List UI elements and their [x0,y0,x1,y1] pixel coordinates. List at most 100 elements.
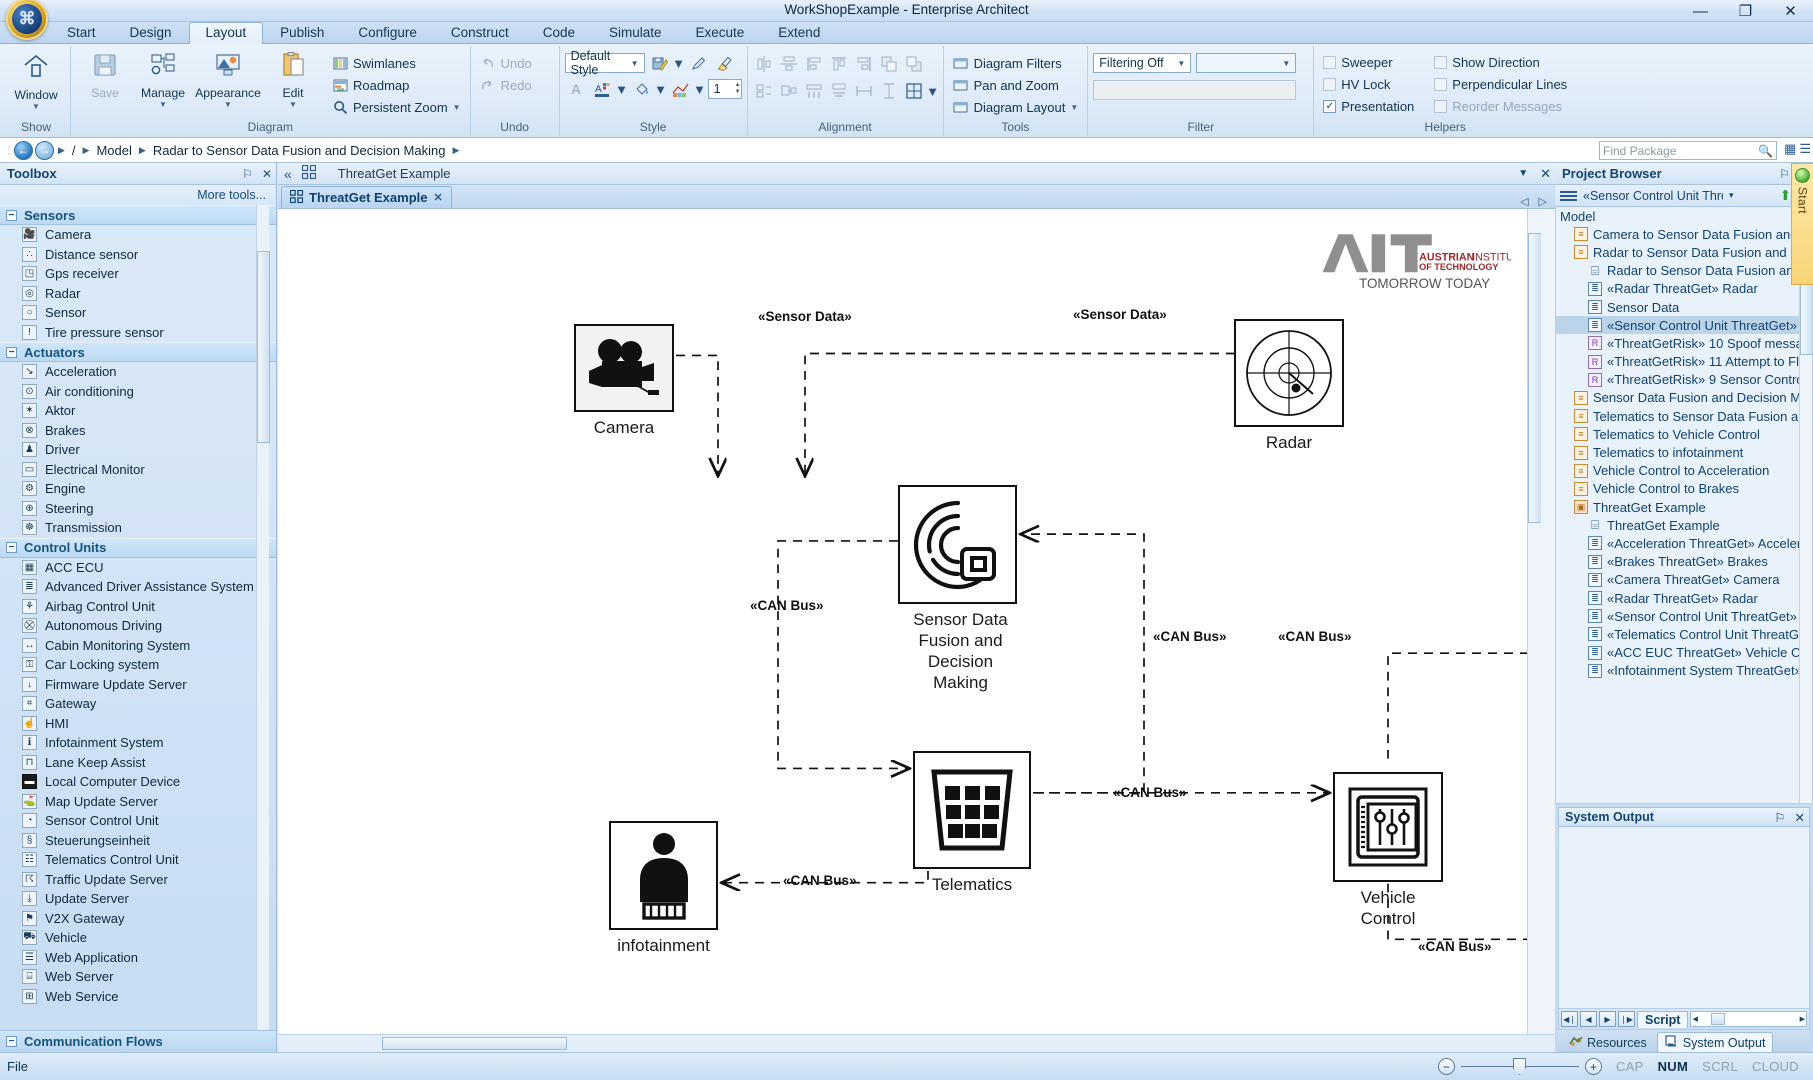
toolbox-item-advanced-driver-assistance-system[interactable]: ≣ Advanced Driver Assistance System [0,577,276,597]
zoom-track[interactable] [1460,1058,1579,1075]
toolbox-item-telematics-control-unit[interactable]: ☷ Telematics Control Unit [0,850,276,870]
zoom-in-button[interactable]: + [1584,1058,1602,1075]
toolbox-item-gateway[interactable]: ⌗ Gateway [0,694,276,714]
filter-secondary-select[interactable]: ▼ [1196,53,1297,73]
toolbox-item-steuerungseinheit[interactable]: § Steuerungseinheit [0,831,276,851]
toolbox-item-web-service[interactable]: ⊞ Web Service [0,987,276,1007]
close-icon[interactable]: ✕ [1540,166,1551,182]
tree-item[interactable]: ≡ Telematics to Sensor Data Fusion and [1556,407,1812,425]
tree-item[interactable]: ≡ Telematics to infotainment [1556,443,1812,461]
window-button[interactable]: Window ▼ [7,48,65,111]
ribbon-tab-simulate[interactable]: Simulate [592,22,679,43]
toolbox-item-driver[interactable]: ♟ Driver [0,440,276,460]
breadcrumb-current[interactable]: Radar to Sensor Data Fusion and Decision… [150,143,449,158]
perpendicular-lines-checkbox[interactable]: Perpendicular Lines [1430,73,1571,95]
toolbox-item-web-server[interactable]: ⌸ Web Server [0,967,276,987]
filtering-select[interactable]: Filtering Off ▼ [1093,53,1192,73]
tree-item[interactable]: ≡ Vehicle Control to Acceleration [1556,462,1812,480]
tree-item[interactable]: ≡ Camera to Sensor Data Fusion and De [1556,225,1812,243]
roadmap-button[interactable]: Roadmap [328,74,465,96]
presentation-checkbox[interactable]: ✓ Presentation [1319,95,1418,117]
sweeper-checkbox[interactable]: Sweeper [1319,51,1418,73]
ribbon-tab-publish[interactable]: Publish [263,22,341,43]
ribbon-tab-layout[interactable]: Layout [188,22,264,44]
toolbox-item-engine[interactable]: ⚙ Engine [0,479,276,499]
toolbox-item-lane-keep-assist[interactable]: ⊓ Lane Keep Assist [0,753,276,773]
toolbox-item-map-update-server[interactable]: ⛳ Map Update Server [0,792,276,812]
toolbox-item-acc-ecu[interactable]: ▦ ACC ECU [0,558,276,578]
close-icon[interactable]: ✕ [434,191,443,204]
appearance-button[interactable]: Appearance ▼ [192,48,264,109]
scroll-left-icon[interactable]: ◀ [1692,1015,1697,1023]
nav-last-button[interactable]: ❘▶ [1618,1011,1635,1027]
chevron-down-icon[interactable]: ▼ [693,78,706,100]
align-left-button[interactable] [803,53,826,75]
expander-icon[interactable]: − [6,542,17,553]
chevron-down-icon[interactable]: ▼ [926,80,939,102]
tree-item[interactable]: R «ThreatGetRisk» 10 Spoof messag [1556,334,1812,352]
expander-icon[interactable]: − [6,209,17,221]
same-width-button[interactable] [853,80,876,102]
swimlanes-button[interactable]: Swimlanes [328,52,465,74]
ribbon-tab-design[interactable]: Design [113,22,189,43]
resize-button[interactable] [778,80,801,102]
move-up-icon[interactable]: ⬆ [1780,187,1792,204]
space-evenly-vertical-button[interactable] [828,80,851,102]
toolbox-item-transmission[interactable]: ☸ Transmission [0,518,276,538]
diagram-canvas[interactable]: AUSTRIAN INSTITUTE OF TECHNOLOGY TOMORRO… [278,209,1555,1034]
tree-item[interactable]: ▣ ThreatGet Example [1556,498,1812,516]
zoom-handle[interactable] [1512,1058,1526,1075]
redo-button[interactable]: Redo [476,74,554,96]
chevron-down-icon[interactable]: ▼ [32,102,40,111]
project-browser-tree[interactable]: Model ≡ Camera to Sensor Data Fusion and D… [1555,207,1813,804]
search-icon[interactable]: 🔍 [1758,144,1773,158]
tree-item[interactable]: ⌸ ThreatGet Example [1556,516,1812,534]
drag-handle[interactable]: ⋮⋮ [4,145,23,156]
pin-icon[interactable]: ⚐ [1779,167,1790,181]
diagram-filters-button[interactable]: Diagram Filters [949,52,1083,74]
nav-back-button[interactable]: ← [14,140,33,160]
pan-and-zoom-button[interactable]: Pan and Zoom [949,74,1083,96]
more-tools-link[interactable]: More tools... [0,185,276,205]
minimize-button[interactable]: — [1678,0,1723,22]
node-vehicle-control[interactable]: Vehicle Control [1333,772,1443,929]
chevron-down-icon[interactable]: ▼ [1279,59,1293,68]
tree-item[interactable]: ≡ Radar to Sensor Data Fusion and Deci [1556,243,1812,261]
diagram-layout-button[interactable]: Diagram Layout ▼ [949,96,1083,118]
tree-item[interactable]: ⌸ Radar to Sensor Data Fusion and [1556,262,1812,280]
show-direction-checkbox[interactable]: Show Direction [1430,51,1571,73]
toolbox-item-traffic-update-server[interactable]: ☈ Traffic Update Server [0,870,276,890]
nav-prev-button[interactable]: ◀ [1580,1011,1597,1027]
zoom-slider[interactable]: − + [1437,1058,1602,1075]
space-evenly-horizontal-button[interactable] [803,80,826,102]
toolbox-item-steering[interactable]: ⊕ Steering [0,499,276,519]
toolbox-item-car-locking-system[interactable]: ⚿ Car Locking system [0,655,276,675]
ribbon-tab-execute[interactable]: Execute [679,22,762,43]
style-select[interactable]: Default Style ▼ [564,49,645,77]
align-right-button[interactable] [853,53,876,75]
toolbox-item-autonomous-driving[interactable]: ⛒ Autonomous Driving [0,616,276,636]
toolbox-item-gps-receiver[interactable]: ◳ Gps receiver [0,264,276,284]
send-to-back-button[interactable] [903,53,926,75]
toolbox-item-radar[interactable]: ◎ Radar [0,284,276,304]
breadcrumb-root[interactable]: / [69,143,79,158]
tab-system-output[interactable]: System Output [1656,1032,1774,1052]
toolbox-item-acceleration[interactable]: ↘ Acceleration [0,362,276,382]
tree-item[interactable]: ≣ «Sensor Control Unit ThreatGet» [1556,607,1812,625]
project-browser-scrollbar[interactable] [1799,207,1812,803]
tree-item[interactable]: ≣ «ACC EUC ThreatGet» Vehicle Co [1556,644,1812,662]
tab-script[interactable]: Script [1637,1010,1689,1028]
tree-item[interactable]: R «ThreatGetRisk» 9 Sensor Contro [1556,371,1812,389]
tree-item[interactable]: ≣ «Infotainment System ThreatGet» [1556,662,1812,680]
tree-item[interactable]: ≣ «Camera ThreatGet» Camera [1556,571,1812,589]
chevron-down-icon[interactable]: ▼ [224,100,232,109]
toolbox-item-camera[interactable]: 🎥 Camera [0,225,276,245]
tab-threatget-example[interactable]: ThreatGet Example ✕ [281,186,452,208]
tree-item[interactable]: ≣ Sensor Data [1556,298,1812,316]
font-color-button[interactable]: A [591,78,614,100]
tab-resources[interactable]: Resources [1562,1033,1654,1052]
tree-item[interactable]: ≡ Sensor Data Fusion and Decision Mak [1556,389,1812,407]
chevron-down-icon[interactable]: ▾ [1729,190,1734,201]
toolbox-scrollbar-thumb[interactable] [257,251,270,443]
menu-icon[interactable]: ☰ [1799,141,1811,157]
